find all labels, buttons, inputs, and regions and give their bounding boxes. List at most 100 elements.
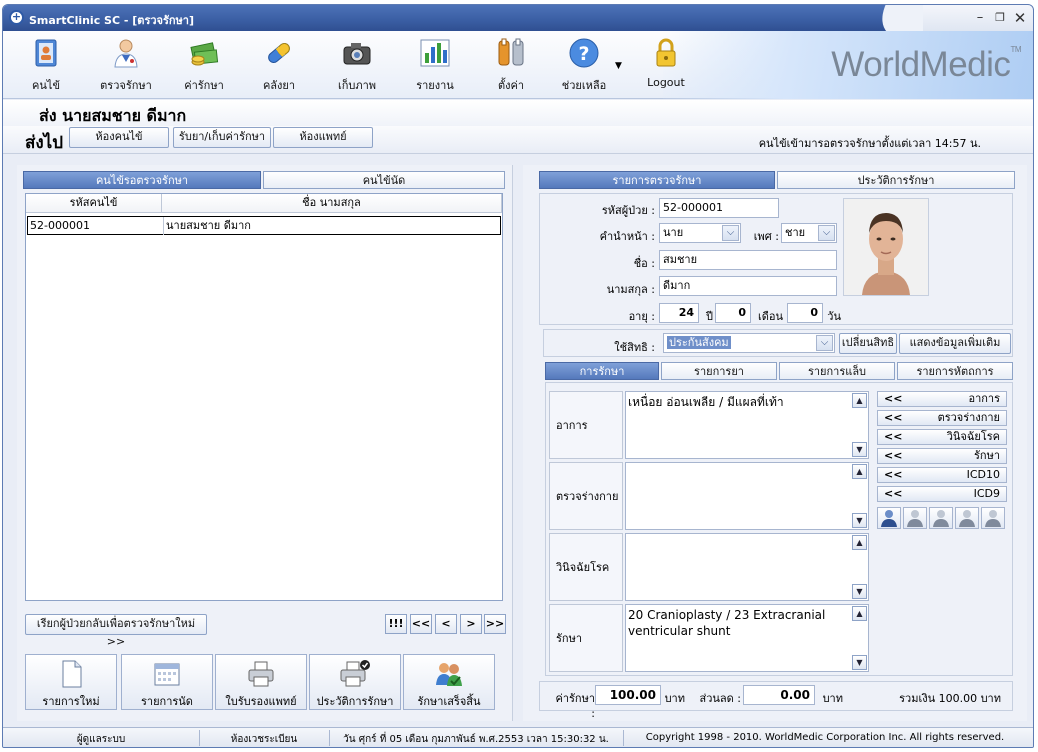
tab-drug-list[interactable]: รายการยา xyxy=(661,362,777,380)
change-rights-button[interactable]: เปลี่ยนสิทธิ xyxy=(839,333,897,354)
user-icon[interactable] xyxy=(981,507,1005,529)
scroll-down-icon[interactable]: ▼ xyxy=(852,655,867,670)
chevron-down-icon[interactable]: ⌵ xyxy=(722,225,739,241)
prefix-select[interactable]: นาย ⌵ xyxy=(659,223,741,243)
patient-id-field[interactable]: 52-000001 xyxy=(659,198,779,218)
close-icon[interactable]: ✕ xyxy=(1011,10,1029,26)
medical-certificate-button[interactable]: ใบรับรองแพทย์ xyxy=(215,654,307,710)
sex-select[interactable]: ชาย ⌵ xyxy=(781,223,837,243)
discount-label: ส่วนลด : xyxy=(699,692,742,705)
app-window: + SmartClinic SC - [ตรวจรักษา] – ❐ ✕ คนไ… xyxy=(2,4,1034,748)
treatment-textarea[interactable]: 20 Cranioplasty / 23 Extracranial ventri… xyxy=(625,604,869,672)
help-icon: ? xyxy=(568,37,600,69)
nav-last-button[interactable]: >> xyxy=(484,614,506,634)
rights-label: ใช้สิทธิ : xyxy=(614,341,655,354)
tab-examination[interactable]: รายการตรวจรักษา xyxy=(539,171,775,189)
toolbar-images-button[interactable]: เก็บภาพ xyxy=(322,37,392,95)
main-toolbar: คนไข้ ตรวจรักษา ค่ารักษา คลังยา เก็บภาพ xyxy=(3,31,1033,99)
age-months-field[interactable]: 0 xyxy=(715,303,751,323)
toolbar-pharmacy-button[interactable]: คลังยา xyxy=(244,37,314,95)
section-label-treatment: รักษา xyxy=(549,604,623,672)
years-unit: ปี xyxy=(706,310,713,323)
nav-alert-button[interactable]: !!! xyxy=(385,614,407,634)
fee-field[interactable]: 100.00 xyxy=(595,685,661,705)
more-info-button[interactable]: แสดงข้อมูลเพิ่มเติม xyxy=(899,333,1011,354)
toolbar-examine-button[interactable]: ตรวจรักษา xyxy=(91,37,161,95)
toolbar-help-button[interactable]: ? ช่วยเหลือ xyxy=(549,37,619,95)
insert-symptoms-button[interactable]: << อาการ xyxy=(877,391,1007,407)
tab-appointment-patients[interactable]: คนไข้นัด xyxy=(263,171,505,189)
scroll-up-icon[interactable]: ▲ xyxy=(852,464,867,479)
printer-icon xyxy=(246,659,276,689)
tab-procedure-list[interactable]: รายการหัตถการ xyxy=(897,362,1013,380)
last-name-field[interactable]: ดีมาก xyxy=(659,276,837,296)
toolbar-fees-button[interactable]: ค่ารักษา xyxy=(169,37,239,95)
send-pharmacy-button[interactable]: รับยา/เก็บค่ารักษา xyxy=(173,127,271,148)
first-name-label: ชื่อ : xyxy=(633,257,655,270)
user-icon[interactable] xyxy=(877,507,901,529)
age-days-field[interactable]: 0 xyxy=(787,303,823,323)
chevron-down-icon[interactable]: ⌵ xyxy=(816,335,833,351)
insert-treatment-button[interactable]: << รักษา xyxy=(877,448,1007,464)
appointments-button[interactable]: รายการนัด xyxy=(121,654,213,710)
column-header-id[interactable]: รหัสคนไข้ xyxy=(26,194,162,213)
physical-exam-textarea[interactable]: ▲ ▼ xyxy=(625,462,869,530)
insert-icd9-button[interactable]: << ICD9 xyxy=(877,486,1007,502)
money-icon xyxy=(188,37,220,69)
tab-treatment[interactable]: การรักษา xyxy=(545,362,659,380)
insert-diagnosis-button[interactable]: << วินิจฉัยโรค xyxy=(877,429,1007,445)
nav-first-button[interactable]: << xyxy=(410,614,432,634)
scroll-down-icon[interactable]: ▼ xyxy=(852,513,867,528)
user-icon[interactable] xyxy=(903,507,927,529)
tab-waiting-patients[interactable]: คนไข้รอตรวจรักษา xyxy=(23,171,261,189)
scroll-up-icon[interactable]: ▲ xyxy=(852,606,867,621)
insert-icd10-button[interactable]: << ICD10 xyxy=(877,467,1007,483)
days-unit: วัน xyxy=(827,310,841,323)
help-dropdown-icon[interactable]: ▼ xyxy=(615,61,622,71)
nav-next-button[interactable]: > xyxy=(460,614,482,634)
bar-chart-icon xyxy=(419,37,451,69)
toolbar-settings-button[interactable]: ตั้งค่า xyxy=(476,37,546,95)
first-name-field[interactable]: สมชาย xyxy=(659,250,837,270)
finish-treatment-button[interactable]: รักษาเสร็จสิ้น xyxy=(403,654,495,710)
restore-icon[interactable]: ❐ xyxy=(991,10,1009,26)
table-row[interactable]: 52-000001 นายสมชาย ดีมาก xyxy=(27,216,501,235)
scroll-down-icon[interactable]: ▼ xyxy=(852,584,867,599)
new-document-icon xyxy=(56,659,86,689)
section-label-physical-exam: ตรวจร่างกาย xyxy=(549,462,623,530)
toolbar-logout-button[interactable]: Logout xyxy=(631,37,701,95)
patient-list[interactable]: รหัสคนไข้ ชื่อ นามสกุล 52-000001 นายสมชา… xyxy=(25,193,503,601)
diagnosis-textarea[interactable]: ▲ ▼ xyxy=(625,533,869,601)
fee-currency: บาท xyxy=(664,692,685,705)
toolbar-patient-button[interactable]: คนไข้ xyxy=(11,37,81,95)
age-years-field[interactable]: 24 xyxy=(659,303,699,323)
user-icon[interactable] xyxy=(955,507,979,529)
status-bar: ผู้ดูแลระบบ ห้องเวชระเบียน วัน ศุกร์ ที่… xyxy=(3,727,1033,747)
scroll-up-icon[interactable]: ▲ xyxy=(852,535,867,550)
tab-treatment-history[interactable]: ประวัติการรักษา xyxy=(777,171,1015,189)
row-patient-id: 52-000001 xyxy=(30,219,90,232)
insert-physical-exam-button[interactable]: << ตรวจร่างกาย xyxy=(877,410,1007,426)
tab-lab-list[interactable]: รายการแล็บ xyxy=(779,362,895,380)
scroll-up-icon[interactable]: ▲ xyxy=(852,393,867,408)
chevron-down-icon[interactable]: ⌵ xyxy=(818,225,835,241)
scroll-down-icon[interactable]: ▼ xyxy=(852,442,867,457)
sex-label: เพศ : xyxy=(753,230,779,243)
treatment-history-print-button[interactable]: ประวัติการรักษา xyxy=(309,654,401,710)
toolbar-reports-button[interactable]: รายงาน xyxy=(400,37,470,95)
column-header-name[interactable]: ชื่อ นามสกุล xyxy=(162,194,502,213)
calendar-icon xyxy=(152,659,182,689)
total-text: รวมเงิน 100.00 บาท xyxy=(899,692,1001,705)
svg-text:?: ? xyxy=(578,43,589,65)
send-patient-room-button[interactable]: ห้องคนไข้ xyxy=(69,127,169,148)
send-doctor-room-button[interactable]: ห้องแพทย์ xyxy=(273,127,373,148)
nav-prev-button[interactable]: < xyxy=(435,614,457,634)
minimize-icon[interactable]: – xyxy=(971,10,989,26)
new-record-button[interactable]: รายการใหม่ xyxy=(25,654,117,710)
symptoms-textarea[interactable]: เหนื่อย อ่อนเพลีย / มีแผลที่เท้า ▲ ▼ xyxy=(625,391,869,459)
user-icon[interactable] xyxy=(929,507,953,529)
recall-patient-button[interactable]: เรียกผู้ป่วยกลับเพื่อตรวจรักษาใหม่ >> xyxy=(25,614,207,648)
rights-select[interactable]: ประกันสังคม ⌵ xyxy=(663,333,835,353)
discount-field[interactable]: 0.00 xyxy=(743,685,815,705)
row-patient-name: นายสมชาย ดีมาก xyxy=(163,217,499,235)
